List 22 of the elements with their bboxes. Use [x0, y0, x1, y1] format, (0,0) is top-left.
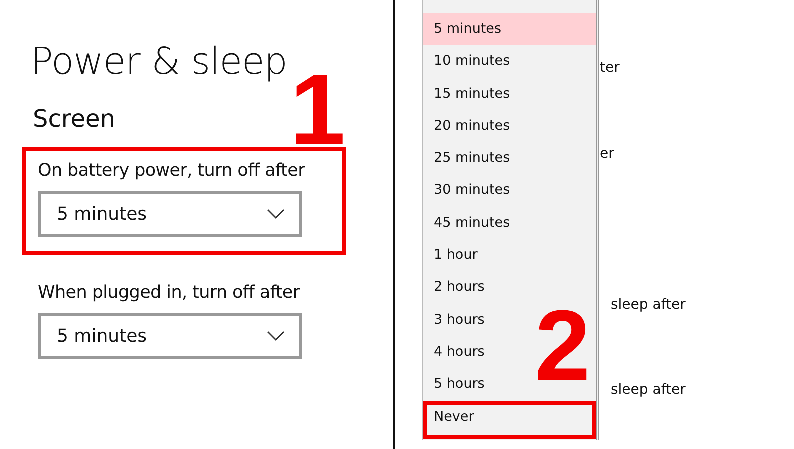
dropdown-field[interactable]: 5 minutes: [38, 191, 302, 237]
setting-label: sleep after: [611, 297, 686, 313]
dropdown-option[interactable]: 20 minutes: [423, 110, 596, 142]
page-title: Power & sleep: [31, 40, 288, 83]
section-heading: Screen: [33, 105, 117, 133]
dropdown-option[interactable]: 30 minutes: [423, 174, 596, 207]
dropdown-option[interactable]: 45 minutes: [423, 206, 596, 240]
dropdown-option[interactable]: 25 minutes: [423, 142, 596, 174]
step-number: 1: [290, 60, 346, 160]
dropdown-field[interactable]: 5 minutes: [38, 313, 302, 359]
setting-label: ter: [600, 60, 620, 76]
dropdown-option[interactable]: 15 minutes: [423, 78, 596, 110]
chevron-down-icon: [267, 331, 285, 341]
dropdown-option[interactable]: 5 minutes: [423, 13, 596, 46]
setting-label: sleep after: [611, 382, 686, 398]
setting-label: er: [600, 146, 614, 162]
chevron-down-icon: [267, 209, 285, 219]
setting-label: On battery power, turn off after: [38, 161, 306, 181]
setting-label: When plugged in, turn off after: [38, 283, 301, 303]
dropdown-option[interactable]: 10 minutes: [423, 45, 596, 78]
dropdown-option[interactable]: Never: [423, 400, 596, 439]
dropdown-option[interactable]: 1 hour: [423, 239, 596, 272]
